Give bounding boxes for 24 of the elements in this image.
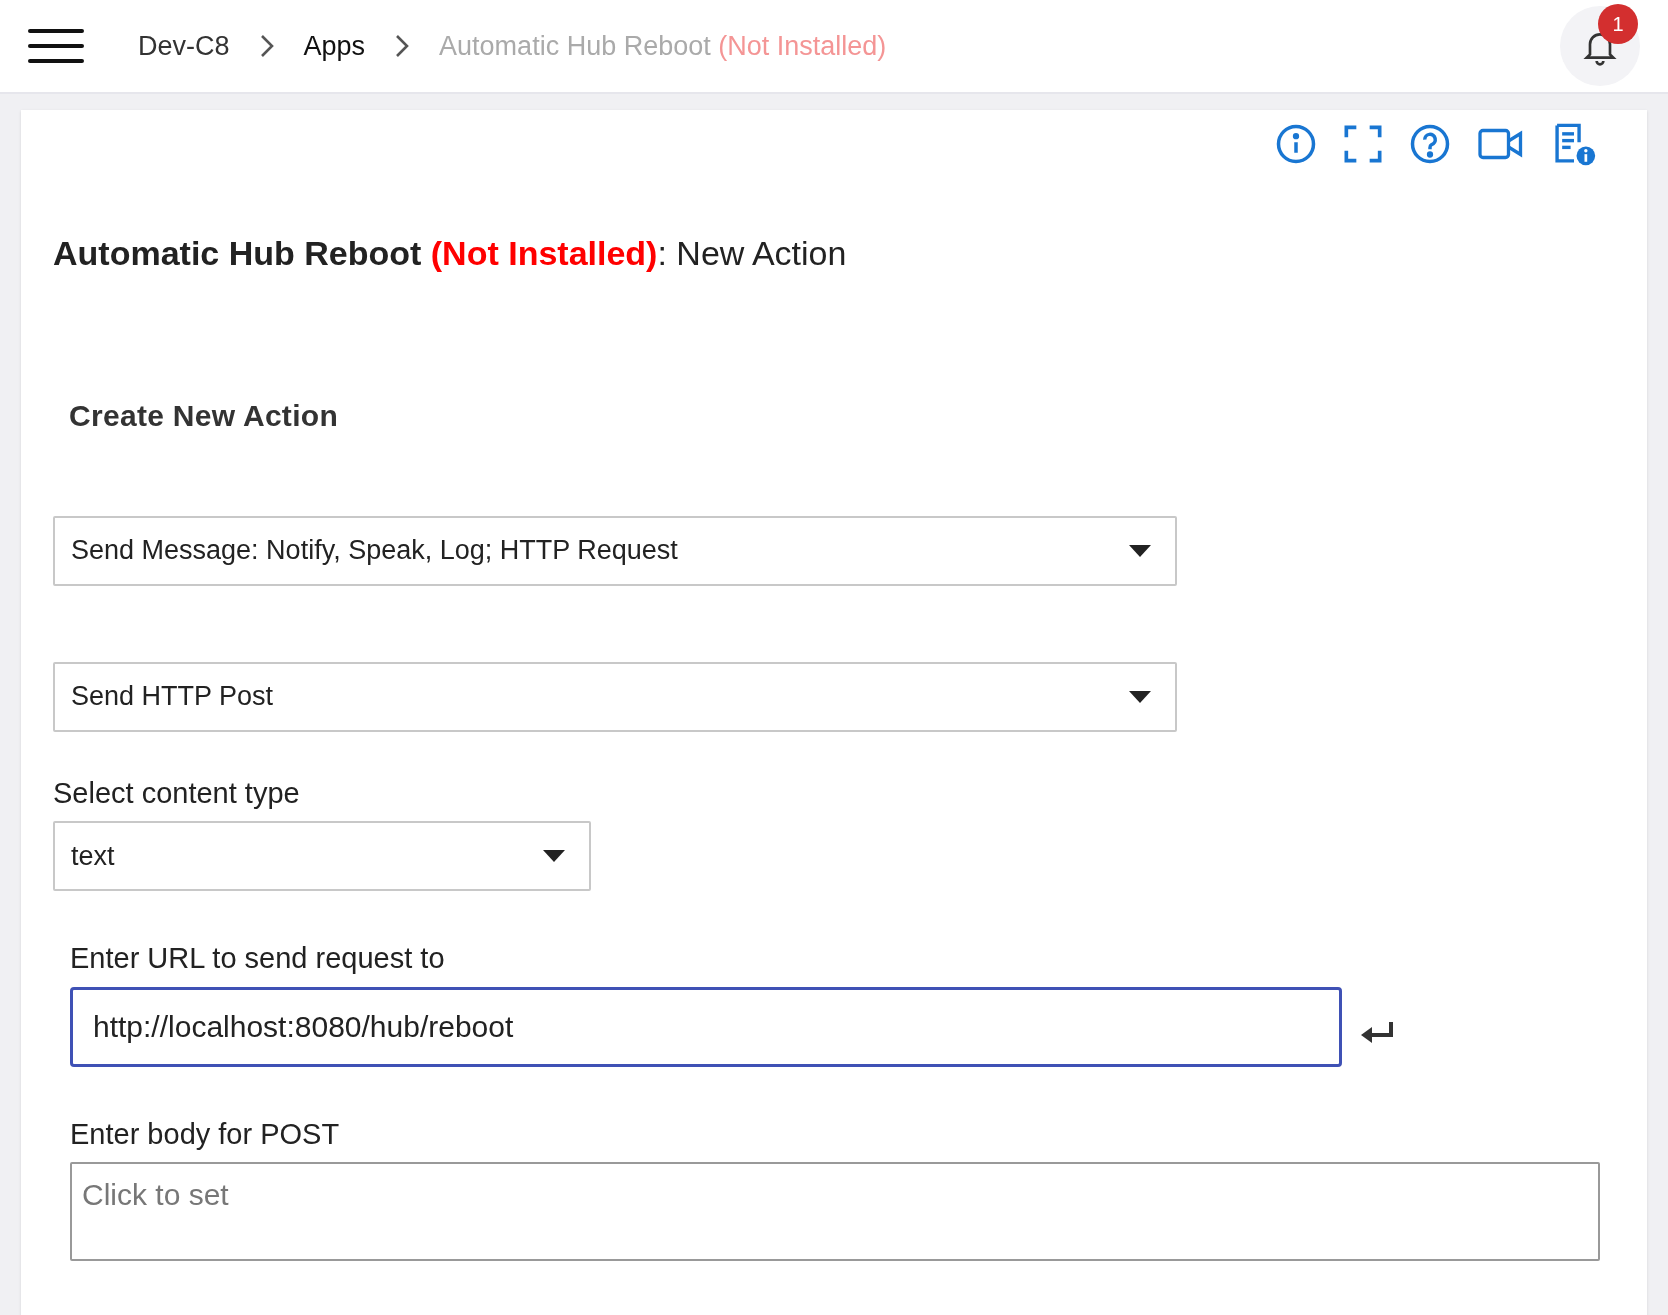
info-icon[interactable] [1275, 123, 1317, 165]
current-page-crumb: Automatic Hub Reboot (Not Installed) [439, 29, 887, 63]
field-label: Select content type [53, 775, 301, 811]
fullscreen-icon[interactable] [1343, 124, 1383, 164]
dropdown[interactable]: text [53, 821, 591, 891]
page-title: Automatic Hub Reboot (Not Installed): New Action [53, 233, 848, 274]
breadcrumb-link[interactable]: Dev-C8 [138, 25, 230, 67]
video-camera-icon[interactable] [1477, 126, 1525, 162]
breadcrumb-link[interactable]: Apps [303, 25, 366, 67]
body-input-field[interactable]: Click to set [70, 1162, 1600, 1261]
url-input-field[interactable]: http://localhost:8080/hub/reboot [70, 986, 1342, 1067]
field-label: Enter URL to send request to [70, 941, 446, 976]
menu-icon[interactable] [28, 27, 84, 65]
caret-icon [543, 850, 565, 862]
notifications-button[interactable]: 1 [1560, 6, 1640, 86]
help-icon[interactable] [1409, 123, 1451, 165]
section-heading: Create New Action [69, 397, 340, 434]
caret-icon [1129, 544, 1151, 557]
notification-count: 1 [1598, 4, 1638, 44]
field-label: Enter body for POST [70, 1116, 341, 1152]
dropdown[interactable]: Send HTTP Post [53, 661, 1177, 732]
enter-icon[interactable] [1360, 1020, 1394, 1045]
caret-icon [1129, 690, 1151, 703]
dropdown[interactable]: Send Message: Notify, Speak, Log; HTTP Request [53, 515, 1177, 586]
